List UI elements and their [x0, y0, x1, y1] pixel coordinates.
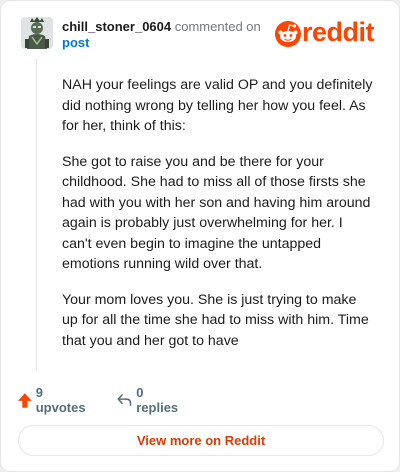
post-link[interactable]: post	[62, 35, 262, 51]
thread-line	[36, 59, 37, 371]
upvote-arrow-icon	[18, 392, 32, 408]
user-avatar[interactable]	[21, 17, 53, 49]
author-username[interactable]: chill_stoner_0604	[62, 19, 171, 34]
replies-button[interactable]: 0 replies	[117, 385, 181, 415]
comment-meta: chill_stoner_0604 commented on post	[62, 19, 262, 51]
reddit-snoo-icon	[275, 21, 301, 47]
comment-paragraph: NAH your feelings are valid OP and you d…	[62, 77, 373, 134]
reply-arrow-icon	[117, 394, 132, 406]
view-more-button[interactable]: View more on Reddit	[18, 425, 384, 456]
comment-paragraph: Your mom loves you. She is just trying t…	[62, 291, 369, 349]
comment-body: NAH your feelings are valid OP and you d…	[62, 75, 374, 366]
reply-count: 0 replies	[136, 385, 179, 415]
comment-paragraph: She got to raise you and be there for yo…	[62, 153, 371, 273]
embedded-comment-card: chill_stoner_0604 commented on post redd…	[0, 0, 400, 472]
action-text: commented on	[174, 19, 261, 34]
comment-header: chill_stoner_0604 commented on post redd…	[21, 15, 383, 51]
avatar-icon	[21, 17, 53, 49]
reddit-logo[interactable]: reddit	[275, 17, 381, 48]
upvote-button[interactable]: 9 upvotes	[18, 385, 88, 415]
brand-wordmark: reddit	[302, 17, 375, 47]
upvote-count: 9 upvotes	[35, 385, 86, 415]
